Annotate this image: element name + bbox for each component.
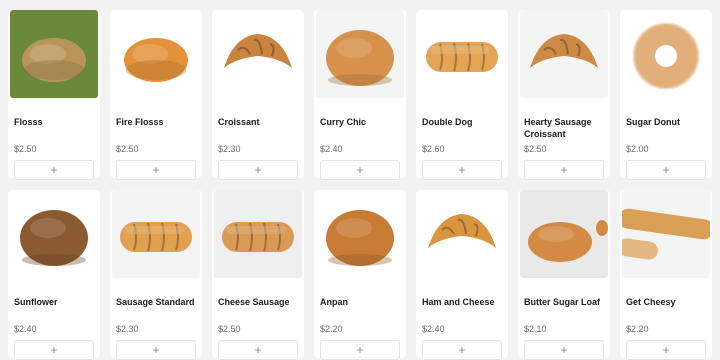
product-card[interactable]: Get Cheesy $2.20 + bbox=[620, 190, 712, 360]
sausage-standard-bread-photo[interactable] bbox=[112, 190, 200, 278]
plus-icon: + bbox=[560, 163, 568, 177]
add-to-cart-button[interactable]: + bbox=[320, 160, 400, 180]
plus-icon: + bbox=[50, 343, 58, 357]
flosss-bread-photo[interactable] bbox=[10, 10, 98, 98]
plus-icon: + bbox=[458, 163, 466, 177]
product-name: Croissant bbox=[218, 117, 260, 127]
product-name: Sunflower bbox=[14, 297, 58, 307]
plus-icon: + bbox=[152, 163, 160, 177]
plus-icon: + bbox=[356, 343, 364, 357]
product-name: Anpan bbox=[320, 297, 348, 307]
product-name: Get Cheesy bbox=[626, 297, 676, 307]
add-to-cart-button[interactable]: + bbox=[626, 340, 706, 360]
fire-flosss-bread-photo[interactable] bbox=[112, 10, 200, 98]
product-card[interactable]: Butter Sugar Loaf $2.10 + bbox=[518, 190, 610, 360]
product-price: $2.20 bbox=[626, 324, 649, 334]
add-to-cart-button[interactable]: + bbox=[116, 340, 196, 360]
croissant-photo[interactable] bbox=[214, 10, 302, 98]
product-card[interactable]: Hearty Sausage Croissant $2.50 + bbox=[518, 10, 610, 180]
product-card[interactable]: Croissant $2.30 + bbox=[212, 10, 304, 180]
product-price: $2.20 bbox=[320, 324, 343, 334]
plus-icon: + bbox=[662, 163, 670, 177]
plus-icon: + bbox=[254, 163, 262, 177]
plus-icon: + bbox=[662, 343, 670, 357]
product-card[interactable]: Ham and Cheese $2.40 + bbox=[416, 190, 508, 360]
cheese-sausage-bread-photo[interactable] bbox=[214, 190, 302, 278]
product-card[interactable]: Anpan $2.20 + bbox=[314, 190, 406, 360]
product-card[interactable]: Sunflower $2.40 + bbox=[8, 190, 100, 360]
product-price: $2.50 bbox=[524, 144, 547, 154]
sunflower-bread-photo[interactable] bbox=[10, 190, 98, 278]
product-card[interactable]: Fire Flosss $2.50 + bbox=[110, 10, 202, 180]
add-to-cart-button[interactable]: + bbox=[422, 160, 502, 180]
product-name: Sugar Donut bbox=[626, 117, 680, 127]
product-name: Double Dog bbox=[422, 117, 473, 127]
product-card[interactable]: Sausage Standard $2.30 + bbox=[110, 190, 202, 360]
add-to-cart-button[interactable]: + bbox=[14, 340, 94, 360]
product-name: Hearty Sausage Croissant bbox=[524, 117, 592, 139]
product-price: $2.40 bbox=[422, 324, 445, 334]
product-name: Flosss bbox=[14, 117, 43, 127]
sugar-donut-photo[interactable] bbox=[622, 10, 710, 98]
plus-icon: + bbox=[152, 343, 160, 357]
product-card[interactable]: Cheese Sausage $2.50 + bbox=[212, 190, 304, 360]
product-card[interactable]: Double Dog $2.60 + bbox=[416, 10, 508, 180]
product-name: Curry Chic bbox=[320, 117, 367, 127]
product-grid: Flosss $2.50 + Fire Flosss $2.50 + Croissant… bbox=[0, 0, 720, 360]
add-to-cart-button[interactable]: + bbox=[116, 160, 196, 180]
product-price: $2.30 bbox=[218, 144, 241, 154]
plus-icon: + bbox=[254, 343, 262, 357]
product-price: $2.10 bbox=[524, 324, 547, 334]
product-price: $2.50 bbox=[14, 144, 37, 154]
product-card[interactable]: Flosss $2.50 + bbox=[8, 10, 100, 180]
hearty-sausage-croissant-photo[interactable] bbox=[520, 10, 608, 98]
add-to-cart-button[interactable]: + bbox=[524, 160, 604, 180]
add-to-cart-button[interactable]: + bbox=[422, 340, 502, 360]
product-price: $2.30 bbox=[116, 324, 139, 334]
product-price: $2.40 bbox=[14, 324, 37, 334]
anpan-bun-photo[interactable] bbox=[316, 190, 404, 278]
product-price: $2.50 bbox=[116, 144, 139, 154]
product-card[interactable]: Sugar Donut $2.00 + bbox=[620, 10, 712, 180]
add-to-cart-button[interactable]: + bbox=[626, 160, 706, 180]
add-to-cart-button[interactable]: + bbox=[218, 340, 298, 360]
product-price: $2.50 bbox=[218, 324, 241, 334]
get-cheesy-bread-photo[interactable] bbox=[622, 190, 710, 278]
product-name: Ham and Cheese bbox=[422, 297, 495, 307]
add-to-cart-button[interactable]: + bbox=[320, 340, 400, 360]
plus-icon: + bbox=[560, 343, 568, 357]
product-name: Butter Sugar Loaf bbox=[524, 297, 601, 307]
plus-icon: + bbox=[50, 163, 58, 177]
plus-icon: + bbox=[458, 343, 466, 357]
product-name: Sausage Standard bbox=[116, 297, 195, 307]
ham-and-cheese-bread-photo[interactable] bbox=[418, 190, 506, 278]
product-price: $2.60 bbox=[422, 144, 445, 154]
product-price: $2.40 bbox=[320, 144, 343, 154]
double-dog-bread-photo[interactable] bbox=[418, 10, 506, 98]
product-card[interactable]: Curry Chic $2.40 + bbox=[314, 10, 406, 180]
add-to-cart-button[interactable]: + bbox=[524, 340, 604, 360]
product-name: Cheese Sausage bbox=[218, 297, 290, 307]
product-price: $2.00 bbox=[626, 144, 649, 154]
curry-chic-bun-photo[interactable] bbox=[316, 10, 404, 98]
plus-icon: + bbox=[356, 163, 364, 177]
butter-sugar-loaf-photo[interactable] bbox=[520, 190, 608, 278]
add-to-cart-button[interactable]: + bbox=[218, 160, 298, 180]
add-to-cart-button[interactable]: + bbox=[14, 160, 94, 180]
product-name: Fire Flosss bbox=[116, 117, 164, 127]
